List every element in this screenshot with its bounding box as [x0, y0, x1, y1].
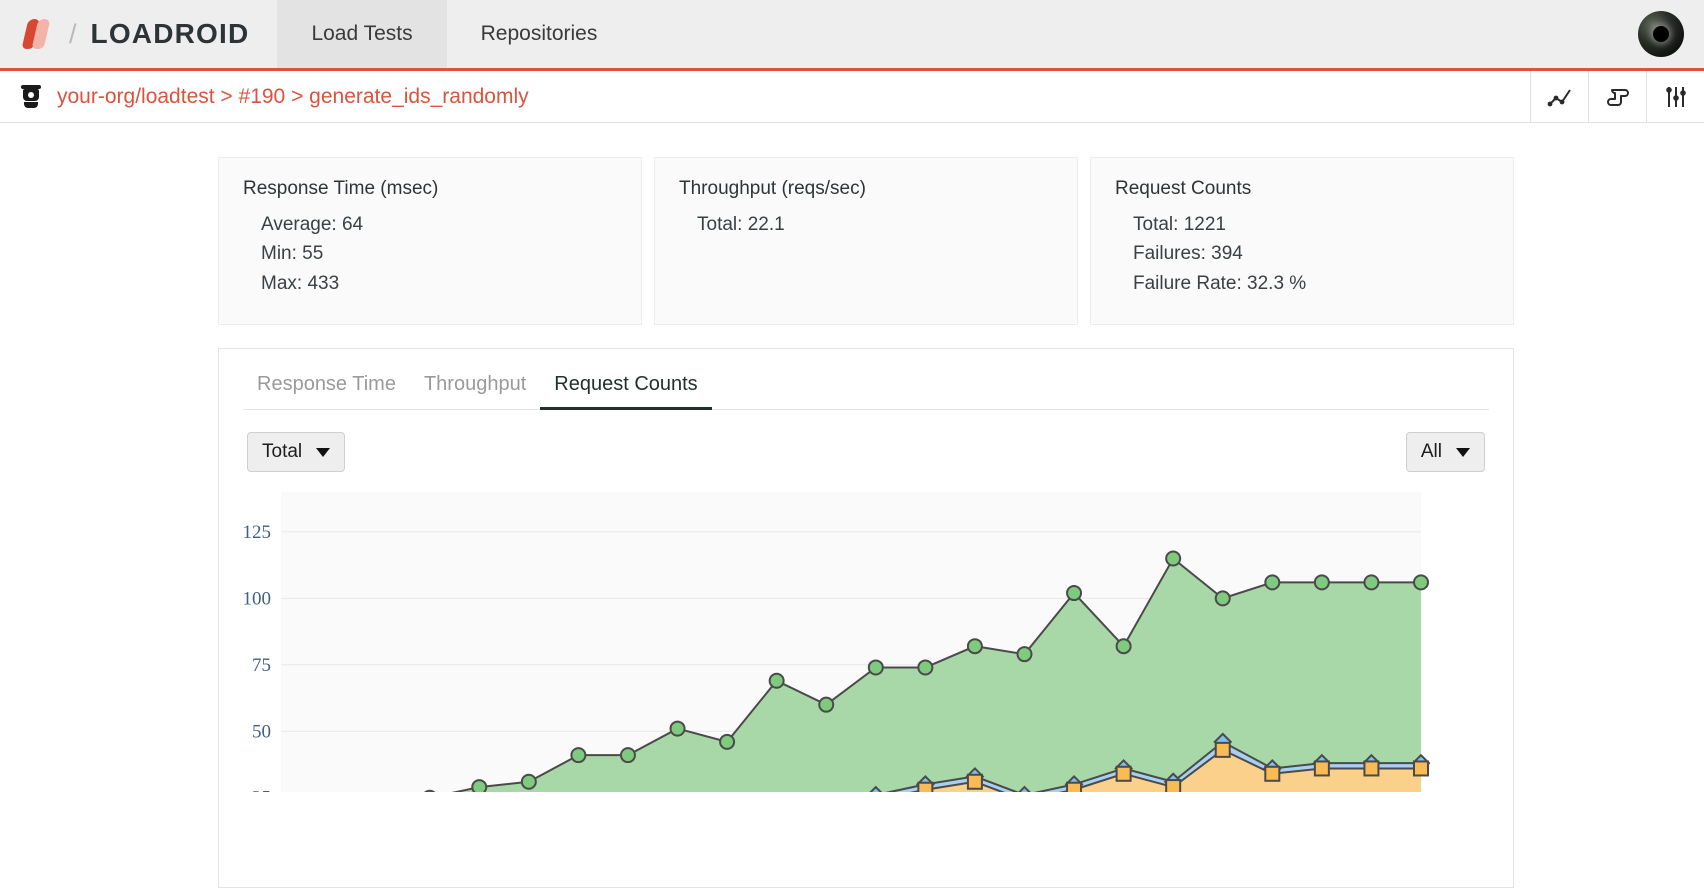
data-point-failures[interactable] — [1214, 742, 1231, 759]
tab-request-counts-label: Request Counts — [554, 373, 698, 396]
avatar-pupil — [1653, 26, 1669, 42]
chart-icon — [1547, 88, 1571, 106]
y-axis-tick-label: 100 — [243, 589, 271, 610]
data-point-failures[interactable] — [1363, 760, 1380, 777]
loadroid-logo-icon — [21, 17, 58, 51]
data-point-total[interactable] — [1165, 550, 1182, 567]
y-axis-tick-label: 50 — [252, 722, 271, 743]
chart-controls: Total All — [243, 410, 1489, 473]
summary-card-throughput: Throughput (reqs/sec) Total: 22.1 — [654, 157, 1078, 326]
card-line-total: Total: 1221 — [1133, 214, 1226, 235]
chart-icon-button[interactable] — [1530, 71, 1588, 122]
log-scroll-icon — [1606, 88, 1629, 106]
data-point-failures[interactable] — [966, 774, 983, 791]
breadcrumb-bar: your-org/loadtest > #190 > generate_ids_… — [0, 71, 1704, 123]
summary-card-request-counts: Request Counts Total: 1221 Failures: 394… — [1090, 157, 1514, 326]
chart-panel: Response Time Throughput Request Counts … — [218, 348, 1514, 888]
brand[interactable]: / LOADROID — [0, 0, 255, 68]
filter-dropdown-value: All — [1420, 441, 1442, 463]
data-point-total[interactable] — [917, 659, 934, 676]
summary-cards: Response Time (msec) Average: 64 Min: 55… — [0, 123, 1704, 326]
card-line-average: Average: 64 — [261, 214, 364, 235]
tab-throughput-label: Throughput — [423, 373, 527, 396]
data-point-total[interactable] — [1016, 646, 1033, 663]
data-point-failures[interactable] — [1066, 782, 1083, 793]
data-point-total[interactable] — [719, 734, 736, 751]
chevron-down-icon — [1456, 447, 1470, 457]
card-title: Throughput (reqs/sec) — [679, 178, 866, 199]
brand-name: LOADROID — [90, 18, 250, 49]
data-point-total[interactable] — [1214, 590, 1231, 607]
brand-slash: / — [69, 18, 77, 49]
avatar-image — [1638, 11, 1684, 57]
card-line-failures: Failures: 394 — [1133, 243, 1243, 265]
data-point-total[interactable] — [1264, 574, 1281, 591]
metric-dropdown-value: Total — [262, 441, 303, 463]
data-point-total[interactable] — [768, 673, 785, 690]
data-point-failures[interactable] — [1115, 766, 1132, 783]
filter-dropdown[interactable]: All — [1405, 432, 1485, 473]
data-point-failures[interactable] — [1313, 760, 1330, 777]
card-line-min: Min: 55 — [261, 243, 324, 265]
data-point-total[interactable] — [619, 747, 636, 764]
settings-sliders-icon — [1665, 86, 1686, 107]
card-title: Response Time (msec) — [243, 178, 439, 199]
data-point-total[interactable] — [1115, 638, 1132, 655]
breadcrumb: your-org/loadtest > #190 > generate_ids_… — [0, 71, 1530, 122]
data-point-total[interactable] — [570, 747, 587, 764]
data-point-total[interactable] — [818, 696, 835, 713]
data-point-total[interactable] — [1413, 574, 1429, 591]
summary-card-response-time: Response Time (msec) Average: 64 Min: 55… — [218, 157, 642, 326]
data-point-total[interactable] — [520, 774, 537, 791]
tab-throughput[interactable]: Throughput — [410, 369, 540, 410]
chevron-down-icon — [316, 447, 331, 457]
nav-tab-load-tests-label: Load Tests — [311, 22, 413, 45]
card-line-max: Max: 433 — [261, 272, 340, 294]
data-point-failures[interactable] — [1413, 760, 1429, 777]
data-point-total[interactable] — [471, 779, 488, 793]
avatar[interactable] — [1638, 11, 1684, 57]
data-point-total[interactable] — [1313, 574, 1330, 591]
card-line-failure-rate: Failure Rate: 32.3 % — [1133, 272, 1307, 294]
y-axis-tick-label: 25 — [252, 788, 271, 792]
nav-tab-repositories[interactable]: Repositories — [447, 0, 632, 68]
nav-tab-repositories-label: Repositories — [480, 22, 598, 45]
robot-head-icon — [18, 84, 44, 110]
data-point-failures[interactable] — [1264, 766, 1281, 783]
data-point-total[interactable] — [1363, 574, 1380, 591]
data-point-total[interactable] — [669, 720, 686, 737]
top-navigation-bar: / LOADROID Load Tests Repositories — [0, 0, 1704, 71]
y-axis-tick-label: 75 — [252, 655, 271, 676]
nav-tab-load-tests[interactable]: Load Tests — [277, 0, 447, 68]
card-title: Request Counts — [1115, 178, 1252, 199]
card-line-total: Total: 22.1 — [697, 214, 785, 235]
settings-sliders-icon-button[interactable] — [1646, 71, 1704, 122]
metric-dropdown[interactable]: Total — [247, 432, 346, 473]
data-point-total[interactable] — [966, 638, 983, 655]
request-counts-area-chart[interactable]: 25 50 75 100 125 — [243, 492, 1503, 793]
log-scroll-icon-button[interactable] — [1588, 71, 1646, 122]
breadcrumb-actions — [1530, 71, 1704, 122]
nav-tabs: Load Tests Repositories — [277, 0, 631, 68]
data-point-total[interactable] — [1066, 585, 1083, 602]
data-point-total[interactable] — [867, 659, 884, 676]
data-point-failures[interactable] — [917, 782, 934, 793]
breadcrumb-path[interactable]: your-org/loadtest > #190 > generate_ids_… — [57, 85, 529, 109]
chart-plot-area: 25 50 75 100 125 — [243, 492, 1489, 793]
tab-response-time-label: Response Time — [257, 373, 396, 396]
y-axis-tick-label: 125 — [243, 522, 271, 543]
tab-request-counts[interactable]: Request Counts — [540, 369, 712, 411]
tab-response-time[interactable]: Response Time — [243, 369, 410, 410]
chart-tabs: Response Time Throughput Request Counts — [243, 369, 1489, 411]
data-point-failures[interactable] — [1165, 779, 1182, 793]
